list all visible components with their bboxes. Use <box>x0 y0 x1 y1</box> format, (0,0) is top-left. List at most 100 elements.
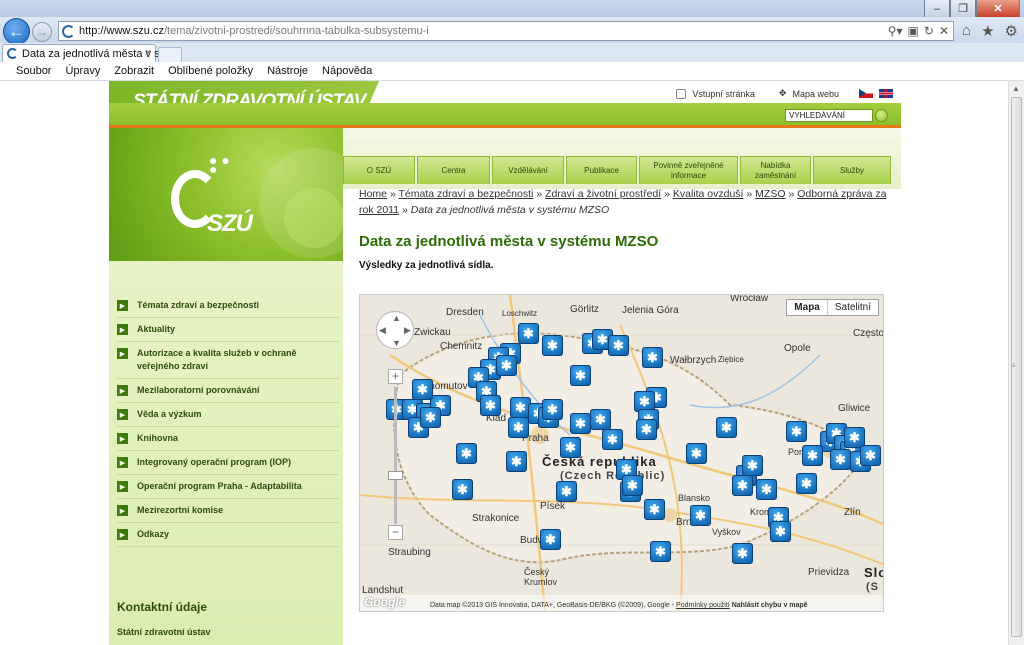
map-marker[interactable]: ✱ <box>716 417 737 438</box>
map-marker[interactable]: ✱ <box>508 417 529 438</box>
map-marker[interactable]: ✱ <box>742 455 763 476</box>
gear-icon[interactable]: ⚙ <box>1005 22 1018 40</box>
map-marker[interactable]: ✱ <box>732 543 753 564</box>
pan-up-icon[interactable]: ▲ <box>392 313 401 323</box>
address-url[interactable]: http://www.szu.cz/tema/zivotni-prostredi… <box>79 25 429 37</box>
breadcrumb-link[interactable]: Témata zdraví a bezpečnosti <box>399 188 534 200</box>
map-marker[interactable]: ✱ <box>570 413 591 434</box>
search-input[interactable] <box>785 109 873 122</box>
search-icon[interactable]: ⚲▾ <box>888 24 903 38</box>
map-marker[interactable]: ✱ <box>542 399 563 420</box>
forward-icon[interactable]: → <box>32 22 52 42</box>
map[interactable]: Wrocław Dresden Loschwitz Görlitz Jeleni… <box>359 294 884 612</box>
pan-down-icon[interactable]: ▼ <box>392 338 401 348</box>
menu-upravy[interactable]: Úpravy <box>65 62 100 80</box>
sidebar-item[interactable]: ▶ Aktuality <box>117 318 339 342</box>
flag-cz-icon[interactable] <box>859 89 873 98</box>
map-marker[interactable]: ✱ <box>602 429 623 450</box>
zoom-in-button[interactable]: + <box>388 369 403 384</box>
maximize-button[interactable]: ❐ <box>950 0 976 18</box>
map-marker[interactable]: ✱ <box>480 395 501 416</box>
map-marker[interactable]: ✱ <box>452 479 473 500</box>
map-marker[interactable]: ✱ <box>518 323 539 344</box>
map-marker[interactable]: ✱ <box>644 499 665 520</box>
sidebar-item[interactable]: ▶ Témata zdraví a bezpečnosti <box>117 294 339 318</box>
close-window-button[interactable]: ✕ <box>976 0 1020 18</box>
address-bar[interactable]: http://www.szu.cz/tema/zivotni-prostredi… <box>58 21 954 41</box>
sidebar-item[interactable]: ▶ Věda a výzkum <box>117 403 339 427</box>
menu-soubor[interactable]: Soubor <box>16 62 51 80</box>
map-marker[interactable]: ✱ <box>690 505 711 526</box>
map-marker[interactable]: ✱ <box>496 355 517 376</box>
map-marker[interactable]: ✱ <box>786 421 807 442</box>
map-marker[interactable]: ✱ <box>622 475 643 496</box>
zoom-slider-handle[interactable] <box>388 471 403 480</box>
map-marker[interactable]: ✱ <box>636 419 657 440</box>
map-marker[interactable]: ✱ <box>420 407 441 428</box>
sidebar-item[interactable]: ▶ Mezilaboratorní porovnávání <box>117 379 339 403</box>
breadcrumb-link[interactable]: Zdraví a životní prostředí <box>545 188 661 200</box>
sidebar-item[interactable]: ▶ Integrovaný operační program (IOP) <box>117 451 339 475</box>
map-marker[interactable]: ✱ <box>642 347 663 368</box>
map-marker[interactable]: ✱ <box>756 479 777 500</box>
vertical-scrollbar[interactable]: ▲ ≡ <box>1008 81 1024 645</box>
map-marker[interactable]: ✱ <box>542 335 563 356</box>
menu-napoveda[interactable]: Nápověda <box>322 62 372 80</box>
nav-povinne[interactable]: Povinně zveřejněné informace <box>639 156 738 184</box>
stop-icon[interactable]: ✕ <box>939 24 949 38</box>
compat-icon[interactable]: ▣ <box>908 24 919 38</box>
pan-control[interactable]: ▲ ▼ ◀ ▶ <box>376 311 414 349</box>
map-marker[interactable]: ✱ <box>796 473 817 494</box>
menu-nastroje[interactable]: Nástroje <box>267 62 308 80</box>
nav-publikace[interactable]: Publikace <box>566 156 637 184</box>
map-marker[interactable]: ✱ <box>860 445 881 466</box>
breadcrumb-link[interactable]: MZSO <box>755 188 785 200</box>
new-tab-button[interactable] <box>158 47 182 62</box>
flag-gb-icon[interactable] <box>879 89 893 98</box>
zoom-slider[interactable] <box>394 387 397 524</box>
minimize-button[interactable]: – <box>924 0 950 18</box>
refresh-icon[interactable]: ↻ <box>924 24 934 38</box>
back-icon[interactable]: ← <box>3 18 30 45</box>
sidebar-item[interactable]: ▶ Mezirezortní komise <box>117 499 339 523</box>
nav-sluzby[interactable]: Služby <box>813 156 891 184</box>
star-icon[interactable]: ★ <box>981 22 994 40</box>
zoom-out-button[interactable]: − <box>388 525 403 540</box>
nav-vzdelavani[interactable]: Vzdělávání <box>492 156 564 184</box>
map-marker[interactable]: ✱ <box>570 365 591 386</box>
map-marker[interactable]: ✱ <box>770 521 791 542</box>
nav-nabidka[interactable]: Nabídka zaměstnání <box>740 156 811 184</box>
nav-centra[interactable]: Centra <box>417 156 490 184</box>
map-report-link[interactable]: Nahlásit chybu v mapě <box>732 602 808 609</box>
link-home[interactable]: Vstupní stránka <box>692 89 755 99</box>
map-marker[interactable]: ✱ <box>650 541 671 562</box>
sidebar-item[interactable]: ▶ Knihovna <box>117 427 339 451</box>
pan-right-icon[interactable]: ▶ <box>404 325 411 336</box>
tab-active[interactable]: Data za jednotlivá města v s... × <box>2 44 169 63</box>
map-marker[interactable]: ✱ <box>802 445 823 466</box>
breadcrumb-link[interactable]: Home <box>359 188 387 200</box>
pan-left-icon[interactable]: ◀ <box>379 325 386 336</box>
sidebar-item[interactable]: ▶ Autorizace a kvalita služeb v ochraně v… <box>117 342 339 379</box>
map-marker[interactable]: ✱ <box>412 379 433 400</box>
map-type-satellite-button[interactable]: Satelitní <box>828 300 878 315</box>
map-marker[interactable]: ✱ <box>590 409 611 430</box>
map-marker[interactable]: ✱ <box>506 451 527 472</box>
link-sitemap[interactable]: Mapa webu <box>792 89 839 99</box>
map-marker[interactable]: ✱ <box>608 335 629 356</box>
map-marker[interactable]: ✱ <box>456 443 477 464</box>
menu-oblibene[interactable]: Oblíbené položky <box>168 62 253 80</box>
map-marker[interactable]: ✱ <box>540 529 561 550</box>
breadcrumb-link[interactable]: Kvalita ovzduší <box>673 188 744 200</box>
map-marker[interactable]: ✱ <box>686 443 707 464</box>
home-icon[interactable]: ⌂ <box>962 22 971 40</box>
map-marker[interactable]: ✱ <box>732 475 753 496</box>
map-marker[interactable]: ✱ <box>830 449 851 470</box>
tab-close-icon[interactable]: × <box>145 47 151 59</box>
map-type-map-button[interactable]: Mapa <box>787 300 828 315</box>
map-marker[interactable]: ✱ <box>556 481 577 502</box>
sidebar-item[interactable]: ▶ Operační program Praha - Adaptabilita <box>117 475 339 499</box>
menu-zobrazit[interactable]: Zobrazit <box>114 62 154 80</box>
nav-o-szu[interactable]: O SZÚ <box>343 156 415 184</box>
scroll-up-icon[interactable]: ▲ <box>1012 84 1020 93</box>
